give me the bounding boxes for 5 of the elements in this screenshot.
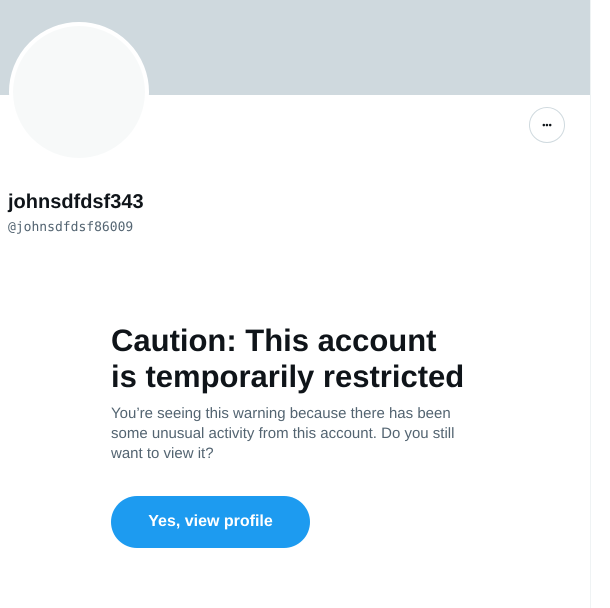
warning-title: Caution: This account is temporarily restricted [111,323,466,395]
display-name: johnsdfdsf343 [8,190,145,214]
warning-message: You’re seeing this warning because there has been some unusual activity from this account. Do you still want to view it? [111,404,456,464]
user-handle: @johnsdfdsf86009 [8,219,134,237]
more-button[interactable]: ••• [529,107,565,143]
